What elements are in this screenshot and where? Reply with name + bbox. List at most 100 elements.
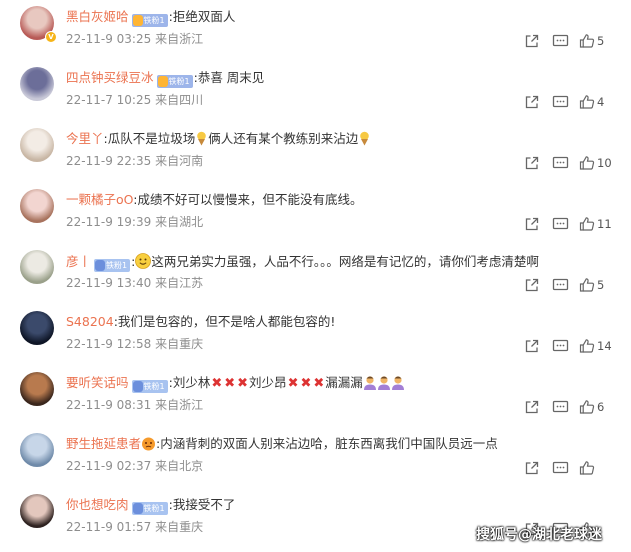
- username-link[interactable]: S48204: [66, 314, 114, 329]
- fan-badge: 铁粉1: [131, 14, 168, 27]
- comment-meta: 22-11-9 01:57 来自重庆: [66, 520, 203, 534]
- avatar[interactable]: [20, 250, 54, 284]
- person-emoji: [363, 376, 376, 390]
- comment-icon[interactable]: [552, 94, 569, 110]
- comment-item: 野生拖延患者 :内涵背刺的双面人别来沾边哈，脏东西离我们中国队员远一点 22-11-…: [0, 427, 631, 488]
- comment-text: 这两兄弟实力虽强，人品不行。。。网络是有记忆的，请你们考虑清楚啊: [151, 254, 539, 269]
- comment-text: :内涵背刺的双面人别来沾边哈，脏东西离我们中国队员远一点: [156, 436, 498, 451]
- username-link[interactable]: 要听笑话吗: [66, 375, 129, 390]
- comment-meta: 22-11-9 12:58 来自重庆: [66, 337, 203, 351]
- like-count: 10: [597, 156, 612, 170]
- share-icon[interactable]: [524, 399, 540, 415]
- person-emoji: [391, 376, 404, 390]
- comment-icon[interactable]: [552, 155, 569, 171]
- icecream-emoji: [360, 131, 370, 146]
- share-icon[interactable]: [524, 33, 540, 49]
- fan-badge: 铁粉1: [94, 259, 131, 272]
- username-link[interactable]: 一颗橘子oO: [66, 192, 133, 207]
- comment-location: 来自湖北: [155, 215, 204, 229]
- username-link[interactable]: 黑白灰姬哈: [66, 9, 129, 24]
- comment-text: :我接受不了: [168, 497, 236, 512]
- cross-mark-emoji: ✖: [211, 376, 223, 391]
- comment-item: 要听笑话吗 铁粉1:刘少林✖ ✖ ✖刘少昂✖ ✖ ✖漏漏漏 22-11-9 08:31 来自…: [0, 366, 631, 427]
- fan-badge-label: 铁粉1: [143, 504, 165, 513]
- comment-line: 你也想吃肉 铁粉1:我接受不了: [66, 497, 235, 515]
- avatar[interactable]: [20, 433, 54, 467]
- comment-text: 漏漏漏: [325, 375, 363, 390]
- comment-meta: 22-11-9 19:39 来自湖北: [66, 215, 203, 229]
- share-icon[interactable]: [524, 277, 540, 293]
- smiley-emoji: [135, 253, 152, 269]
- comment-item: 彦丨 铁粉1: 这两兄弟实力虽强，人品不行。。。网络是有记忆的，请你们考虑清楚啊 22…: [0, 244, 631, 305]
- username-link[interactable]: 四点钟买绿豆冰: [66, 70, 154, 85]
- comment-meta: 22-11-9 03:25 来自浙江: [66, 32, 203, 46]
- avatar[interactable]: [20, 67, 54, 101]
- comment-icon[interactable]: [552, 460, 569, 476]
- like-count: 14: [597, 339, 612, 353]
- avatar[interactable]: [20, 372, 54, 406]
- comment-item: 一颗橘子oO:成绩不好可以慢慢来，但不能没有底线。 22-11-9 19:39 来…: [0, 183, 631, 244]
- fan-badge-icon: [132, 381, 143, 392]
- username-link[interactable]: 彦丨: [66, 254, 91, 269]
- comment-meta: 22-11-9 22:35 来自河南: [66, 154, 203, 168]
- cross-mark-emoji: ✖: [237, 376, 249, 391]
- fan-badge-icon: [132, 503, 143, 514]
- comment-location: 来自重庆: [155, 337, 204, 351]
- comment-icon[interactable]: [552, 216, 569, 232]
- like-icon[interactable]: [579, 155, 595, 171]
- username-link[interactable]: 今里丫: [66, 131, 104, 146]
- like-count: 11: [597, 217, 612, 231]
- comment-time: 22-11-9 03:25: [66, 32, 152, 46]
- verified-icon: V: [45, 31, 57, 43]
- comment-line: 今里丫:瓜队不是垃圾场 俩人还有某个教练别来沾边: [66, 131, 371, 147]
- like-icon[interactable]: [579, 338, 595, 354]
- share-icon[interactable]: [524, 94, 540, 110]
- share-icon[interactable]: [524, 338, 540, 354]
- comment-time: 22-11-9 19:39: [66, 215, 152, 229]
- comment-icon[interactable]: [552, 277, 569, 293]
- like-count: 6: [597, 400, 605, 414]
- comment-meta: 22-11-9 02:37 来自北京: [66, 459, 203, 473]
- comment-time: 22-11-9 12:58: [66, 337, 152, 351]
- avatar[interactable]: [20, 494, 54, 528]
- fan-badge-label: 铁粉1: [143, 16, 165, 25]
- fan-badge: 铁粉1: [131, 502, 168, 515]
- cross-mark-emoji: ✖: [287, 376, 299, 391]
- avatar[interactable]: [20, 311, 54, 345]
- comment-actions: 5: [511, 33, 631, 49]
- comment-icon[interactable]: [552, 399, 569, 415]
- fan-badge: 铁粉1: [156, 75, 193, 88]
- share-icon[interactable]: [524, 155, 540, 171]
- fan-badge-icon: [157, 76, 168, 87]
- comment-item: V 黑白灰姬哈 铁粉1:拒绝双面人 22-11-9 03:25 来自浙江 5: [0, 0, 631, 61]
- like-count: 4: [597, 95, 605, 109]
- avatar[interactable]: [20, 128, 54, 162]
- comment-actions: [511, 460, 631, 476]
- share-icon[interactable]: [524, 460, 540, 476]
- comment-item: S48204:我们是包容的，但不是啥人都能包容的! 22-11-9 12:58 来…: [0, 305, 631, 366]
- comment-actions: 4: [511, 94, 631, 110]
- comment-location: 来自浙江: [155, 32, 204, 46]
- like-count: 5: [597, 278, 605, 292]
- like-icon[interactable]: [579, 460, 595, 476]
- comment-actions: 5: [511, 277, 631, 293]
- comment-actions: 6: [511, 399, 631, 415]
- comment-icon[interactable]: [552, 33, 569, 49]
- like-icon[interactable]: [579, 399, 595, 415]
- username-link[interactable]: 野生拖延患者: [66, 436, 141, 451]
- comment-location: 来自北京: [155, 459, 204, 473]
- like-icon[interactable]: [579, 94, 595, 110]
- fan-badge: 铁粉1: [131, 380, 168, 393]
- comment-text: :恭喜 周末见: [193, 70, 265, 85]
- username-link[interactable]: 你也想吃肉: [66, 497, 129, 512]
- comment-icon[interactable]: [552, 338, 569, 354]
- like-icon[interactable]: [579, 277, 595, 293]
- like-icon[interactable]: [579, 33, 595, 49]
- comment-text: :瓜队不是垃圾场: [103, 131, 196, 146]
- comment-location: 来自重庆: [155, 520, 204, 534]
- fan-badge-icon: [95, 260, 106, 271]
- avatar[interactable]: [20, 189, 54, 223]
- comment-text: :成绩不好可以慢慢来，但不能没有底线。: [133, 192, 363, 207]
- like-icon[interactable]: [579, 216, 595, 232]
- share-icon[interactable]: [524, 216, 540, 232]
